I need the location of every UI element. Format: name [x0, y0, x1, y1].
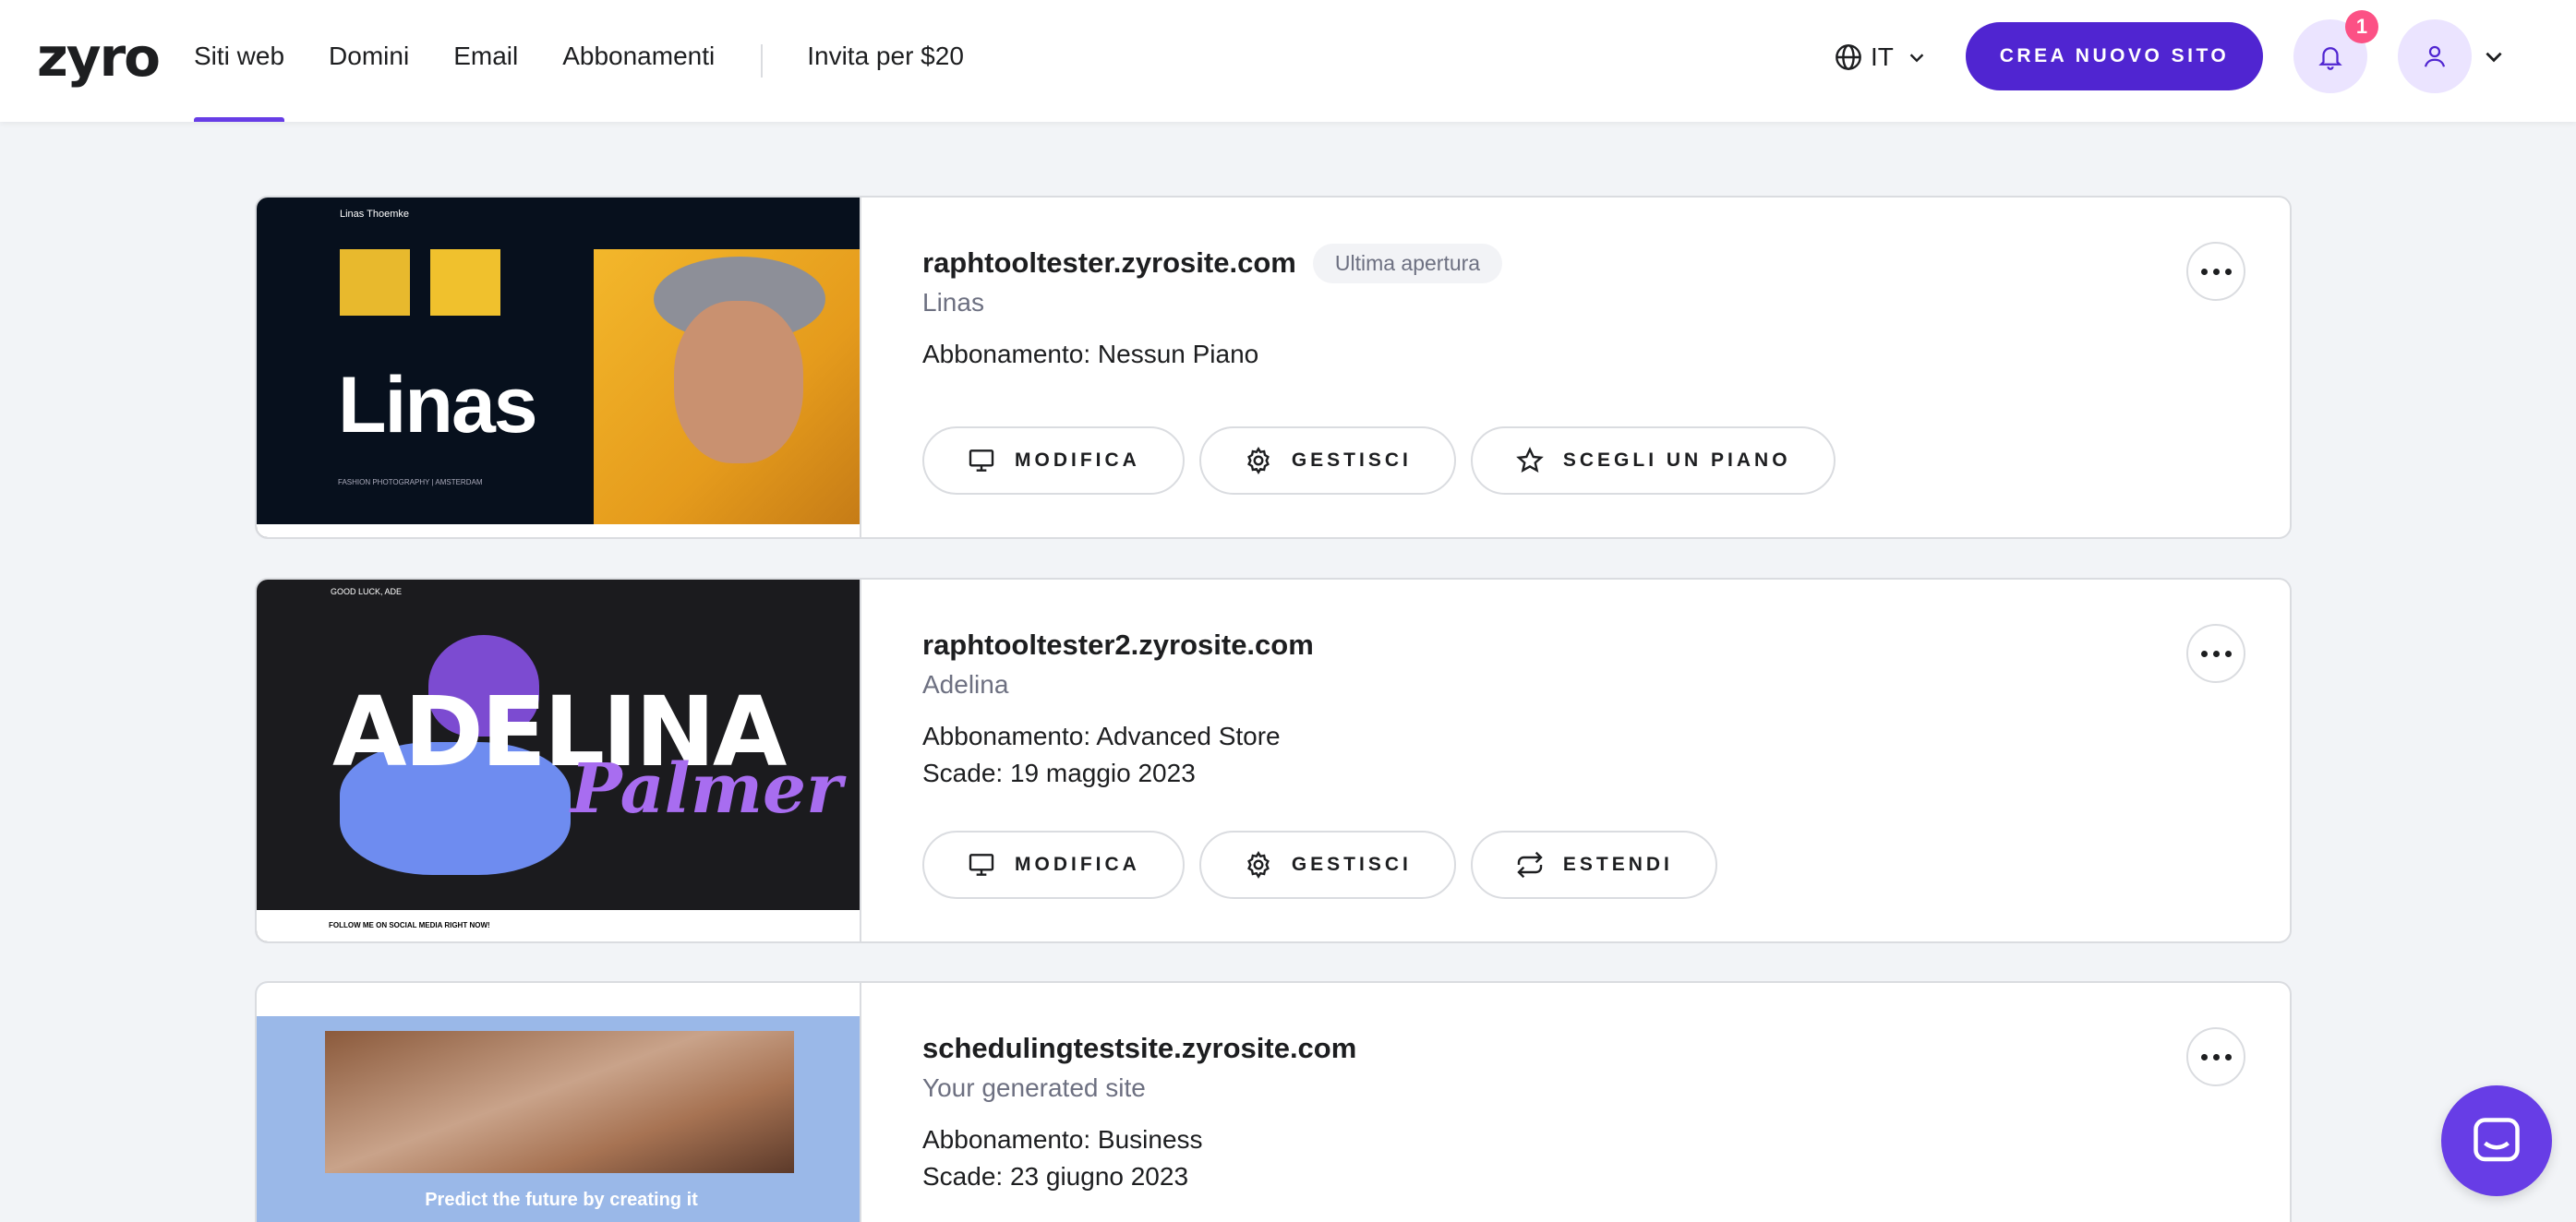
thumbnail-headline: Predict the future by creating it — [425, 1190, 698, 1210]
nav-divider — [761, 44, 764, 78]
chat-icon — [2474, 1118, 2520, 1162]
chat-launcher-button[interactable] — [2441, 1085, 2552, 1196]
zyro-logo[interactable]: zyro — [37, 28, 161, 87]
site-thumbnail[interactable]: Predict the future by creating it — [257, 983, 861, 1222]
chevron-down-icon — [1909, 54, 1924, 63]
site-name: Adelina — [922, 670, 1009, 699]
thumbnail-nav — [257, 983, 860, 1016]
globe-icon — [1836, 44, 1861, 70]
more-dots-icon — [2198, 650, 2234, 657]
manage-button[interactable]: GESTISCI — [1198, 831, 1456, 899]
account-button[interactable] — [2398, 19, 2472, 93]
site-info: raphtooltester.zyrosite.com Ultima apert… — [922, 242, 1503, 373]
extend-button-label: ESTENDI — [1562, 854, 1673, 875]
language-selector[interactable]: IT — [1834, 37, 1934, 78]
site-expiry: Scade: 23 giugno 2023 — [922, 1162, 1189, 1191]
notification-badge: 1 — [2345, 10, 2378, 43]
thumbnail-script-text: Palmer — [571, 749, 843, 829]
site-name: Your generated site — [922, 1073, 1146, 1102]
language-label: IT — [1871, 42, 1894, 71]
site-card: Predict the future by creating it schedu… — [255, 981, 2292, 1222]
site-info: schedulingtestsite.zyrosite.com Your gen… — [922, 1027, 1356, 1195]
choose-plan-button-label: SCEGLI UN PIANO — [1562, 449, 1791, 471]
edit-button-label: MODIFICA — [1015, 854, 1140, 875]
thumbnail-footer: FOLLOW ME ON SOCIAL MEDIA RIGHT NOW! — [257, 910, 860, 941]
gear-icon — [1246, 851, 1270, 879]
thumbnail-logo: GOOD LUCK, ADE — [331, 587, 403, 596]
nav-email[interactable]: Email — [453, 0, 518, 122]
main-nav: Siti web Domini Email Abbonamenti Invita… — [194, 0, 1008, 122]
user-icon — [2424, 45, 2446, 67]
star-icon — [1516, 447, 1544, 473]
thumbnail-header-text: Linas Thoemke — [340, 209, 410, 220]
manage-button[interactable]: GESTISCI — [1198, 426, 1456, 495]
renew-icon — [1517, 851, 1543, 879]
site-actions: MODIFICA GESTISCI ESTENDI — [922, 831, 1732, 899]
site-info: raphtooltester2.zyrosite.com Adelina Abb… — [922, 624, 1314, 792]
top-navigation-bar: zyro Siti web Domini Email Abbonamenti I… — [0, 0, 2576, 122]
edit-button[interactable]: MODIFICA — [922, 426, 1185, 495]
site-expiry: Scade: 19 maggio 2023 — [922, 759, 1196, 787]
cookie-banner — [257, 524, 860, 537]
gear-icon — [1246, 447, 1270, 474]
site-plan: Abbonamento: Business — [922, 1125, 1203, 1154]
flower-image — [430, 249, 500, 316]
edit-button[interactable]: MODIFICA — [922, 831, 1185, 899]
bell-icon — [2318, 47, 2342, 70]
more-options-button[interactable] — [2186, 242, 2245, 301]
chevron-down-icon[interactable] — [2482, 44, 2506, 68]
site-thumbnail[interactable]: GOOD LUCK, ADE ADELINA Palmer FOLLOW ME … — [257, 580, 861, 941]
nav-invite[interactable]: Invita per $20 — [807, 0, 964, 122]
last-opened-tag: Ultima apertura — [1312, 243, 1503, 283]
nav-domini[interactable]: Domini — [329, 0, 409, 122]
site-plan: Abbonamento: Nessun Piano — [922, 340, 1259, 368]
monitor-icon — [969, 449, 994, 472]
site-domain[interactable]: raphtooltester.zyrosite.com — [922, 246, 1296, 280]
site-domain[interactable]: schedulingtestsite.zyrosite.com — [922, 1032, 1356, 1065]
choose-plan-button[interactable]: SCEGLI UN PIANO — [1470, 426, 1836, 495]
site-actions: MODIFICA GESTISCI SCEGLI UN PIANO — [922, 426, 1850, 495]
site-plan: Abbonamento: Advanced Store — [922, 722, 1281, 750]
more-dots-icon — [2198, 268, 2234, 275]
mountain-image — [325, 1031, 794, 1173]
thumbnail-footer-text: FOLLOW ME ON SOCIAL MEDIA RIGHT NOW! — [329, 921, 490, 929]
edit-button-label: MODIFICA — [1015, 449, 1140, 471]
site-thumbnail[interactable]: Linas Thoemke Linas FASHION PHOTOGRAPHY … — [257, 198, 861, 537]
site-card: GOOD LUCK, ADE ADELINA Palmer FOLLOW ME … — [255, 578, 2292, 943]
manage-button-label: GESTISCI — [1291, 449, 1412, 471]
more-options-button[interactable] — [2186, 624, 2245, 683]
manage-button-label: GESTISCI — [1291, 854, 1412, 875]
nav-siti-web[interactable]: Siti web — [194, 0, 285, 122]
thumbnail-caption: FASHION PHOTOGRAPHY | AMSTERDAM — [338, 478, 483, 486]
thumbnail-headline: Linas — [338, 361, 538, 449]
site-name: Linas — [922, 288, 984, 317]
nav-abbonamenti[interactable]: Abbonamenti — [562, 0, 715, 122]
more-dots-icon — [2198, 1053, 2234, 1060]
portrait-face — [674, 301, 803, 463]
site-card: Linas Thoemke Linas FASHION PHOTOGRAPHY … — [255, 196, 2292, 539]
site-domain[interactable]: raphtooltester2.zyrosite.com — [922, 629, 1314, 662]
extend-button[interactable]: ESTENDI — [1470, 831, 1717, 899]
create-new-site-button[interactable]: CREA NUOVO SITO — [1966, 22, 2263, 90]
more-options-button[interactable] — [2186, 1027, 2245, 1086]
monitor-icon — [969, 854, 994, 876]
flower-image — [340, 249, 410, 316]
